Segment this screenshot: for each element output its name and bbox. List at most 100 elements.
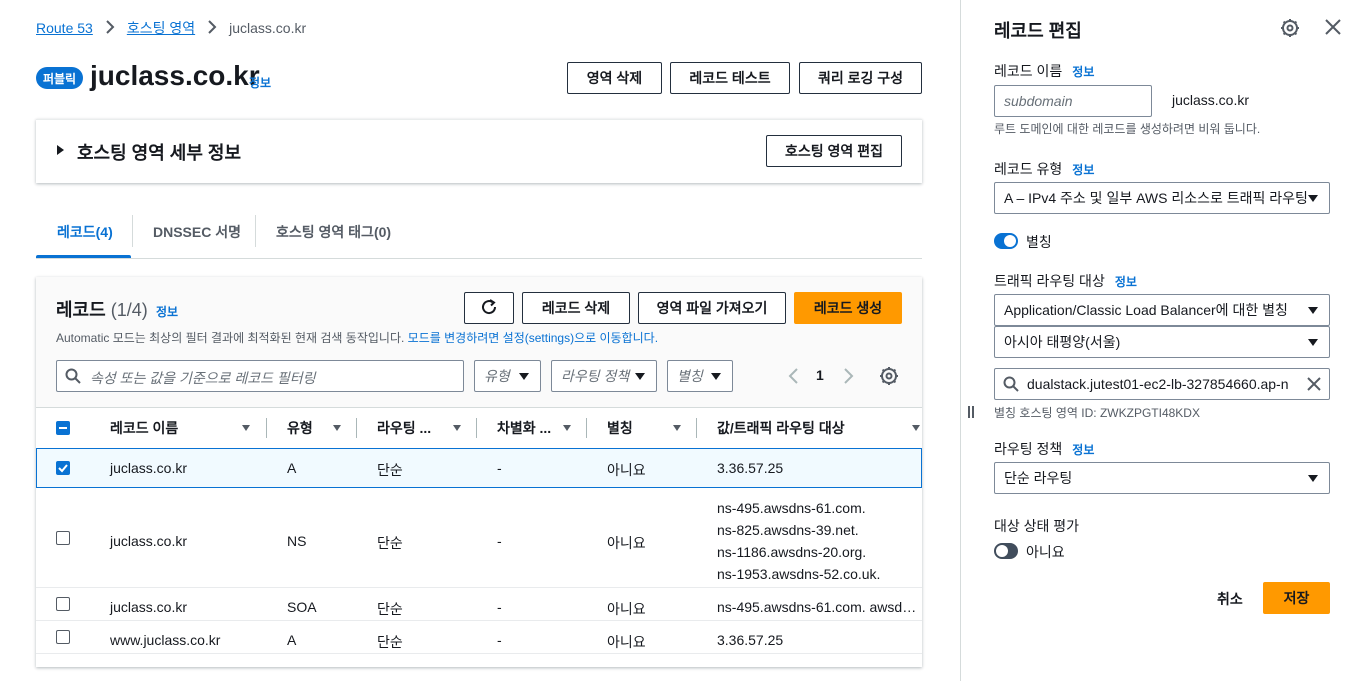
cell-value-line: ns-495.awsdns-61.com. xyxy=(717,500,866,516)
details-toggle-label[interactable]: 호스팅 영역 세부 정보 xyxy=(77,139,241,165)
row-divider xyxy=(36,653,922,654)
breadcrumb-route53[interactable]: Route 53 xyxy=(36,20,93,36)
chevron-right-icon xyxy=(105,19,115,37)
col-record-name[interactable]: 레코드 이름 xyxy=(110,418,178,438)
settings-icon[interactable] xyxy=(1280,18,1300,41)
cell-routing: 단순 xyxy=(377,601,403,617)
toggle-knob xyxy=(1004,235,1016,247)
cancel-button[interactable]: 취소 xyxy=(1217,589,1243,609)
clear-icon[interactable] xyxy=(1307,377,1321,394)
records-title: 레코드 (1/4) xyxy=(56,296,148,322)
import-zone-file-button[interactable]: 영역 파일 가져오기 xyxy=(638,292,786,324)
hosted-zone-details-panel: 호스팅 영역 세부 정보 호스팅 영역 편집 xyxy=(36,119,922,183)
title-info-link[interactable]: 정보 xyxy=(249,74,271,91)
select-all-checkbox[interactable] xyxy=(56,421,70,435)
sort-icon[interactable] xyxy=(563,425,571,431)
settings-link[interactable]: 모드를 변경하려면 설정(settings)으로 이동합니다. xyxy=(408,331,658,345)
cell-value-line: ns-825.awsdns-39.net. xyxy=(717,522,859,538)
col-alias[interactable]: 별칭 xyxy=(607,418,633,438)
refresh-button[interactable] xyxy=(464,292,514,324)
page-number[interactable]: 1 xyxy=(816,367,824,383)
row-checkbox-checked[interactable] xyxy=(56,461,70,475)
col-value[interactable]: 값/트래픽 라우팅 대상 xyxy=(717,418,845,438)
cell-value-line: ns-1186.awsdns-20.org. xyxy=(717,544,867,560)
caret-down-icon xyxy=(711,373,721,380)
cell-routing: 단순 xyxy=(377,462,403,478)
record-name-info-link[interactable]: 정보 xyxy=(1072,65,1094,79)
type-filter[interactable]: 유형 xyxy=(474,360,541,392)
records-subtitle-text: Automatic 모드는 최상의 필터 결과에 최적화된 현재 검색 동작입니… xyxy=(56,331,405,345)
cell-value: 3.36.57.25 xyxy=(717,460,784,476)
alias-toggle[interactable] xyxy=(994,233,1018,249)
col-separator xyxy=(476,418,477,438)
search-input[interactable]: 속성 또는 값을 기준으로 레코드 필터링 xyxy=(56,360,464,392)
cell-record-name: juclass.co.kr xyxy=(110,533,188,549)
record-type-select[interactable]: A – IPv4 주소 및 일부 AWS 리소스로 트래픽 라우팅 xyxy=(994,182,1330,214)
target-info-link[interactable]: 정보 xyxy=(1115,275,1137,289)
record-type-label: 레코드 유형 정보 xyxy=(994,159,1094,179)
cell-alias: 아니요 xyxy=(607,535,646,551)
sort-icon[interactable] xyxy=(333,425,341,431)
tab-dnssec[interactable]: DNSSEC 서명 xyxy=(153,222,241,242)
row-checkbox[interactable] xyxy=(56,597,70,611)
cell-differentiator: - xyxy=(497,533,502,549)
save-button[interactable]: 저장 xyxy=(1263,582,1330,614)
sort-icon[interactable] xyxy=(912,425,920,431)
caret-right-icon[interactable] xyxy=(57,145,64,155)
subdomain-input[interactable]: subdomain xyxy=(994,85,1152,117)
tab-tags[interactable]: 호스팅 영역 태그(0) xyxy=(276,222,391,242)
row-checkbox[interactable] xyxy=(56,531,70,545)
test-record-button[interactable]: 레코드 테스트 xyxy=(670,62,790,94)
create-record-button[interactable]: 레코드 생성 xyxy=(794,292,902,324)
search-icon xyxy=(65,368,81,387)
sort-icon[interactable] xyxy=(453,425,461,431)
breadcrumb-hosted-zones[interactable]: 호스팅 영역 xyxy=(127,18,195,38)
target-type-select[interactable]: Application/Classic Load Balancer에 대한 별칭 xyxy=(994,294,1330,326)
delete-zone-button[interactable]: 영역 삭제 xyxy=(567,62,662,94)
prev-page-icon[interactable] xyxy=(787,368,799,387)
sort-icon[interactable] xyxy=(242,425,250,431)
routing-policy-filter[interactable]: 라우팅 정책 xyxy=(551,360,657,392)
cell-differentiator: - xyxy=(497,632,502,648)
next-page-icon[interactable] xyxy=(843,368,855,387)
tab-records[interactable]: 레코드(4) xyxy=(57,222,113,242)
type-filter-label: 유형 xyxy=(484,368,510,384)
region-select[interactable]: 아시아 태평양(서울) xyxy=(994,326,1330,358)
alias-filter[interactable]: 별칭 xyxy=(667,360,733,392)
target-label: 트래픽 라우팅 대상 정보 xyxy=(994,271,1137,291)
health-label: 대상 상태 평가 xyxy=(994,518,1080,534)
col-differentiator[interactable]: 차별화 ... xyxy=(497,418,551,438)
refresh-icon xyxy=(480,298,498,319)
delete-record-button[interactable]: 레코드 삭제 xyxy=(522,292,630,324)
breadcrumb-current: juclass.co.kr xyxy=(229,20,307,36)
panel-resize-handle[interactable] xyxy=(968,406,974,418)
records-title-text: 레코드 xyxy=(56,300,106,320)
row-checkbox[interactable] xyxy=(56,630,70,644)
region-value: 아시아 태평양(서울) xyxy=(1004,334,1121,350)
col-type[interactable]: 유형 xyxy=(287,418,313,438)
caret-down-icon xyxy=(1308,307,1318,314)
caret-down-icon xyxy=(1308,475,1318,482)
minus-icon xyxy=(59,427,67,429)
health-toggle[interactable] xyxy=(994,543,1018,559)
cell-record-name: juclass.co.kr xyxy=(110,460,188,476)
domain-suffix: juclass.co.kr xyxy=(1172,92,1250,108)
cell-type: SOA xyxy=(287,599,317,615)
table-settings-icon[interactable] xyxy=(879,366,899,389)
caret-down-icon xyxy=(1308,195,1318,202)
breadcrumb: Route 53 호스팅 영역 juclass.co.kr xyxy=(36,18,306,38)
query-logging-button[interactable]: 쿼리 로깅 구성 xyxy=(799,62,922,94)
sort-icon[interactable] xyxy=(673,425,681,431)
record-type-info-link[interactable]: 정보 xyxy=(1072,163,1094,177)
subdomain-placeholder: subdomain xyxy=(1004,93,1073,109)
edit-hosted-zone-button[interactable]: 호스팅 영역 편집 xyxy=(766,135,902,167)
close-icon[interactable] xyxy=(1325,19,1341,38)
routing-policy-select[interactable]: 단순 라우팅 xyxy=(994,462,1330,494)
col-separator xyxy=(586,418,587,438)
record-name-label: 레코드 이름 정보 xyxy=(994,61,1094,81)
routing-policy-info-link[interactable]: 정보 xyxy=(1072,443,1094,457)
table-header-line xyxy=(36,407,922,408)
records-info-link[interactable]: 정보 xyxy=(156,303,178,320)
target-value-input[interactable]: dualstack.jutest01-ec2-lb-327854660.ap-n xyxy=(994,368,1330,400)
col-routing[interactable]: 라우팅 ... xyxy=(377,418,431,438)
